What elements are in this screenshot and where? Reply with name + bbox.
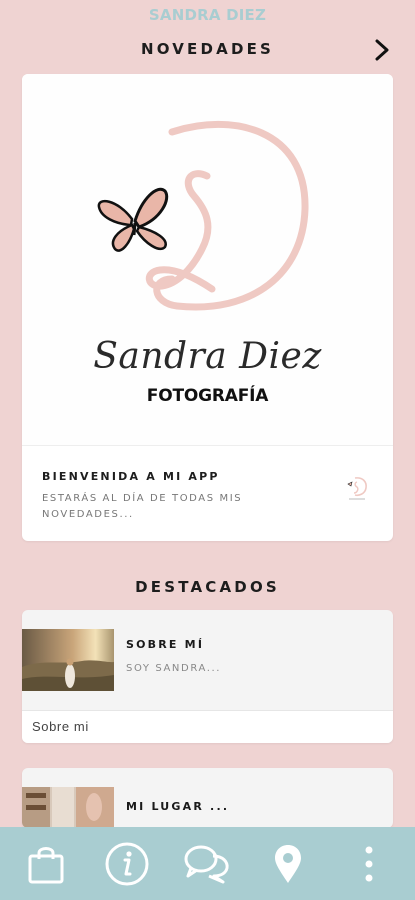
- featured-item-title: SOBRE MÍ: [126, 638, 205, 651]
- info-button[interactable]: [101, 838, 153, 890]
- app-header: SANDRA DIEZ: [0, 0, 415, 30]
- news-post-description: ESTARÁS AL DÍA DE TODAS MIS NOVEDADES...: [42, 493, 243, 520]
- featured-item-photo: [22, 787, 114, 827]
- featured-item-photo: [22, 629, 114, 691]
- featured-section-header: DESTACADOS: [0, 568, 415, 606]
- logo-subtitle: FOTOGRAFÍA: [146, 386, 269, 406]
- chevron-right-icon[interactable]: [371, 38, 393, 62]
- bottom-navigation: [0, 827, 415, 900]
- news-cover-image: Sandra Diez FOTOGRAFÍA: [22, 74, 393, 446]
- featured-item-title: MI LUGAR ...: [126, 800, 230, 813]
- news-card[interactable]: Sandra Diez FOTOGRAFÍA BIENVENIDA A MI A…: [22, 74, 393, 541]
- news-post-title: BIENVENIDA A MI APP: [42, 470, 220, 483]
- featured-section-title: DESTACADOS: [135, 578, 280, 596]
- featured-item-body: SOBRE MÍ SOY SANDRA...: [22, 610, 393, 710]
- shopping-bag-icon: [28, 846, 64, 883]
- featured-item-place[interactable]: MI LUGAR ...: [22, 768, 393, 828]
- location-button[interactable]: [262, 838, 314, 890]
- featured-section: DESTACADOS SOBRE MÍ SOY SANDRA... Sobre …: [0, 568, 415, 828]
- logo-script-text: Sandra Diez: [93, 336, 322, 377]
- info-icon: [105, 842, 149, 885]
- news-section: NOVEDADES Sandra Diez FOTOGRAFÍA BIENVEN…: [0, 30, 415, 541]
- more-button[interactable]: [343, 838, 395, 890]
- featured-item-description: SOY SANDRA...: [126, 663, 222, 674]
- more-vertical-icon: [365, 846, 373, 881]
- app-title: SANDRA DIEZ: [148, 6, 267, 24]
- news-post-text: BIENVENIDA A MI APP ESTARÁS AL DÍA DE TO…: [22, 446, 393, 541]
- chat-icon: [184, 845, 230, 883]
- news-thumbnail-logo: [347, 477, 367, 500]
- featured-item-info: SOBRE MÍ SOY SANDRA...: [126, 638, 221, 674]
- featured-item-about[interactable]: SOBRE MÍ SOY SANDRA... Sobre mi: [22, 610, 393, 743]
- butterfly-icon: [97, 187, 169, 252]
- news-section-header: NOVEDADES: [0, 30, 415, 68]
- shop-button[interactable]: [20, 838, 72, 890]
- chat-button[interactable]: [181, 838, 233, 890]
- location-pin-icon: [275, 844, 302, 883]
- featured-item-info: MI LUGAR ...: [126, 800, 229, 813]
- news-section-title: NOVEDADES: [140, 40, 275, 58]
- featured-item-footer-link[interactable]: Sobre mi: [22, 710, 393, 743]
